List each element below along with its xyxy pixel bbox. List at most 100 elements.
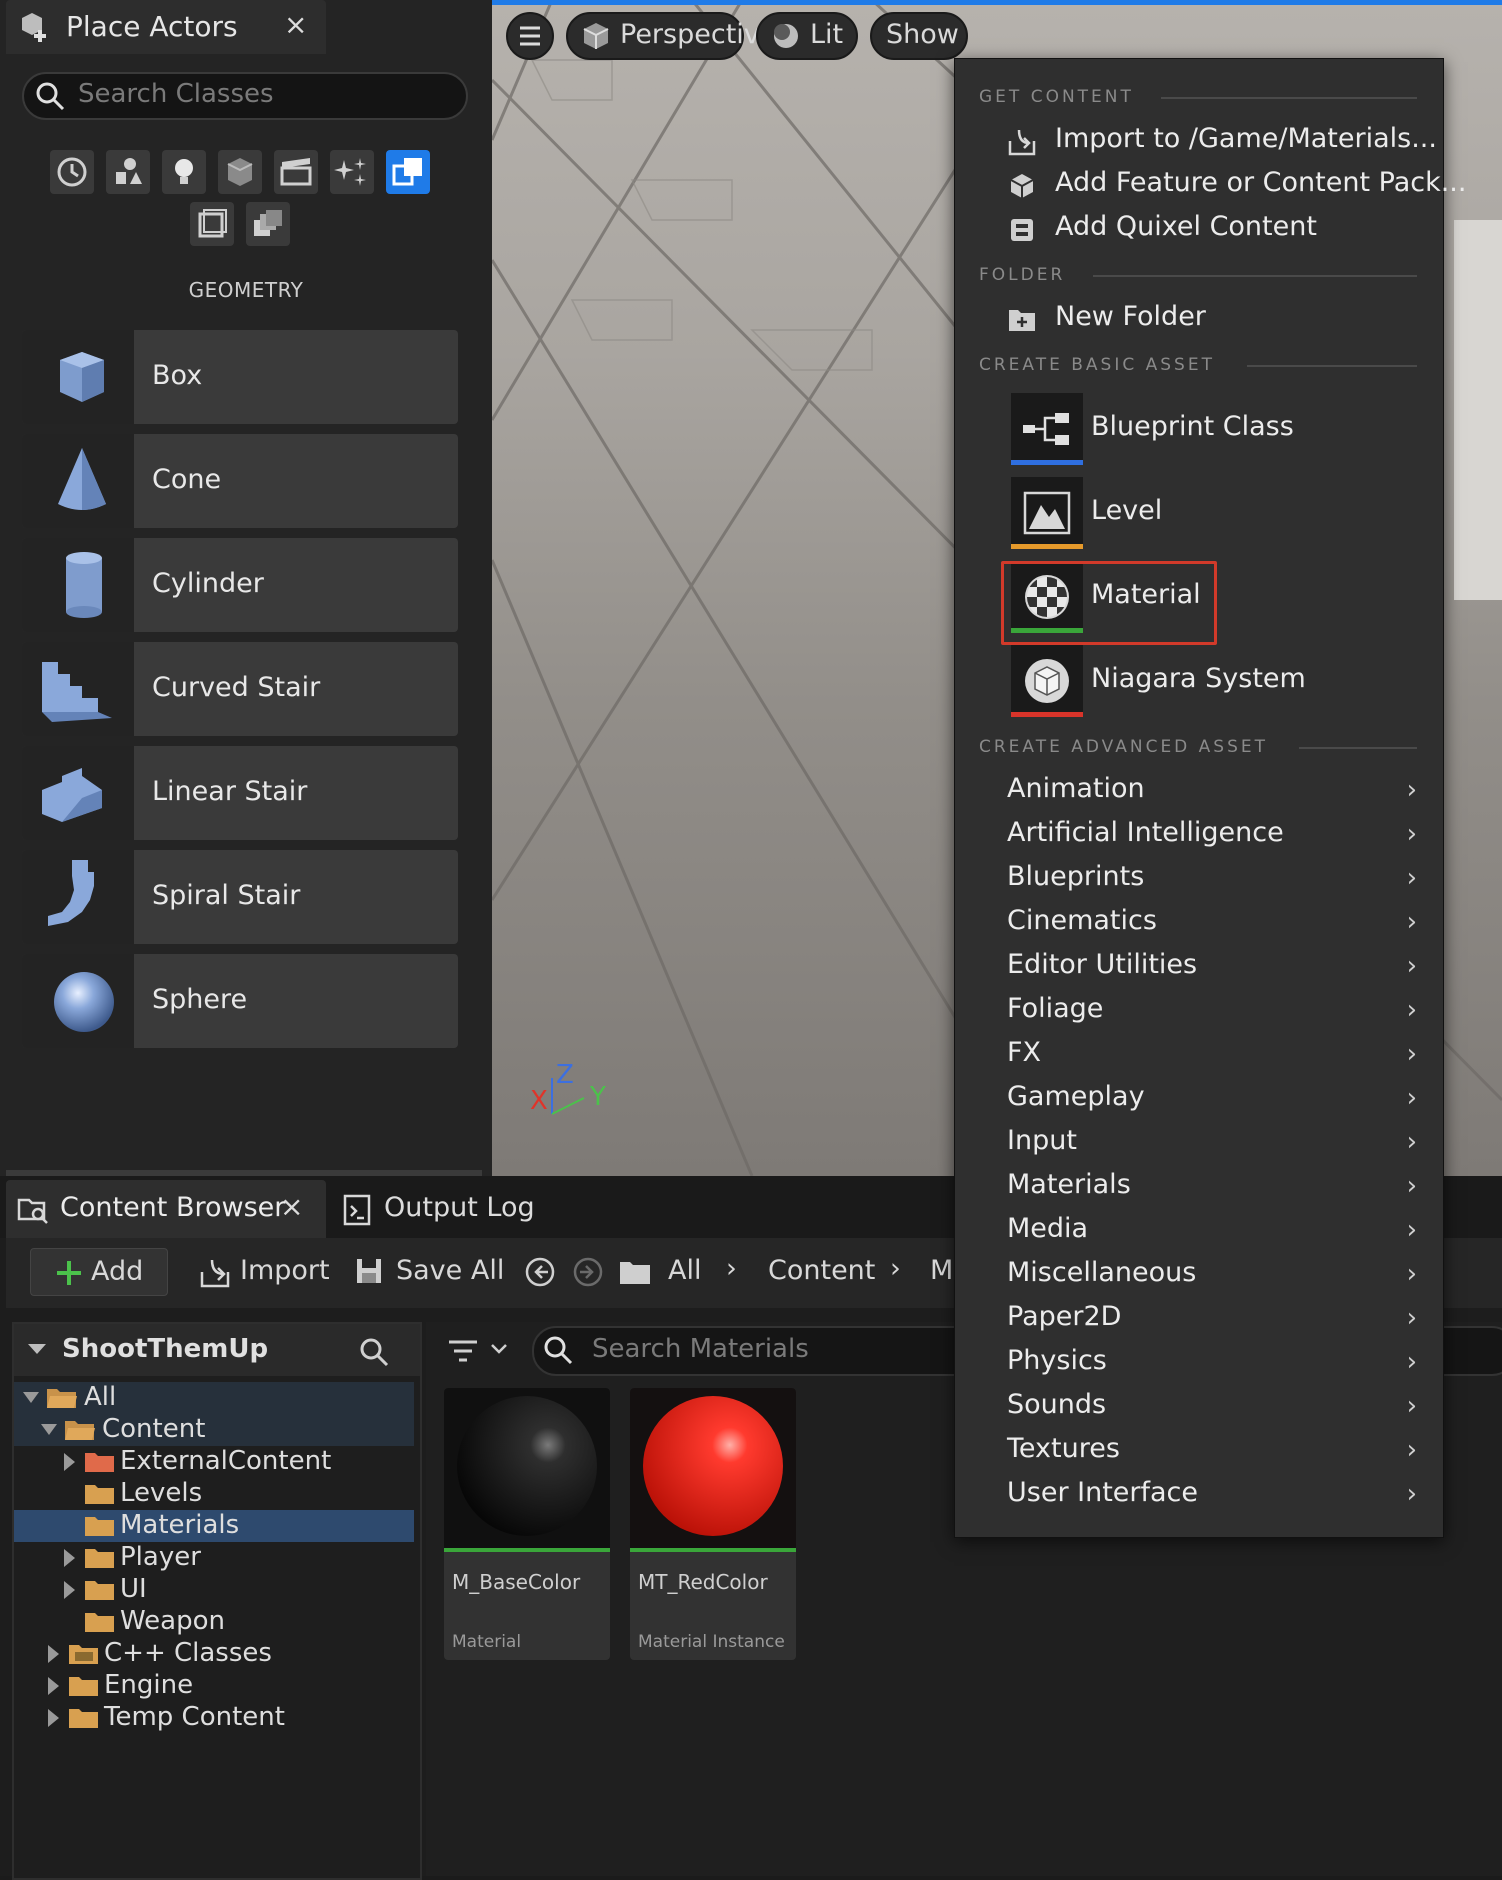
- tree-item-external-content[interactable]: ExternalContent: [14, 1446, 414, 1478]
- sphere-icon: [22, 954, 134, 1048]
- lit-button[interactable]: Lit: [756, 12, 858, 60]
- back-arrow-icon[interactable]: [524, 1256, 556, 1288]
- menu-item-cinematics[interactable]: Cinematics ›: [955, 903, 1443, 943]
- menu-item-label: Media: [1007, 1213, 1089, 1244]
- menu-item-physics[interactable]: Physics ›: [955, 1343, 1443, 1383]
- output-log-icon: [342, 1192, 372, 1226]
- tree-item-player[interactable]: Player: [14, 1542, 414, 1574]
- shapes-category-button[interactable]: [218, 150, 262, 194]
- all-classes-category-button[interactable]: [246, 202, 290, 246]
- menu-item-input[interactable]: Input ›: [955, 1123, 1443, 1163]
- visual-effects-category-button[interactable]: [330, 150, 374, 194]
- basic-category-button[interactable]: [106, 150, 150, 194]
- breadcrumb-chevron-icon[interactable]: ›: [726, 1253, 737, 1284]
- menu-item-sounds[interactable]: Sounds ›: [955, 1387, 1443, 1427]
- menu-item-materials[interactable]: Materials ›: [955, 1167, 1443, 1207]
- show-button[interactable]: Show: [870, 12, 968, 60]
- tree-item-levels[interactable]: Levels: [14, 1478, 414, 1510]
- content-browser-tab[interactable]: Content Browser ×: [6, 1180, 326, 1238]
- close-icon[interactable]: ×: [280, 1190, 303, 1223]
- collapsed-triangle-icon[interactable]: [62, 1580, 76, 1600]
- chevron-down-icon[interactable]: [490, 1342, 508, 1356]
- geometry-item-curved-stair[interactable]: Curved Stair: [22, 642, 458, 736]
- section-rule: [1299, 747, 1417, 749]
- perspective-label: Perspective: [620, 19, 777, 50]
- menu-item-label: Textures: [1007, 1433, 1120, 1464]
- filter-icon[interactable]: [446, 1336, 480, 1366]
- menu-item-add-quixel[interactable]: Add Quixel Content: [955, 209, 1443, 249]
- menu-item-blueprint-class[interactable]: Blueprint Class: [955, 391, 1443, 467]
- menu-item-add-feature-pack[interactable]: Add Feature or Content Pack...: [955, 165, 1466, 205]
- breadcrumb-chevron-icon[interactable]: ›: [890, 1253, 901, 1284]
- asset-color-bar: [1011, 544, 1083, 549]
- menu-item-blueprints[interactable]: Blueprints ›: [955, 859, 1443, 899]
- menu-item-textures[interactable]: Textures ›: [955, 1431, 1443, 1471]
- breadcrumb-content[interactable]: Content: [768, 1255, 875, 1286]
- menu-item-niagara-system[interactable]: Niagara System: [955, 643, 1443, 719]
- geometry-item-box[interactable]: Box: [22, 330, 458, 424]
- recent-category-button[interactable]: [50, 150, 94, 194]
- geometry-item-spiral-stair[interactable]: Spiral Stair: [22, 850, 458, 944]
- lit-sphere-icon: [770, 20, 802, 52]
- menu-item-foliage[interactable]: Foliage ›: [955, 991, 1443, 1031]
- asset-tile-mt-redcolor[interactable]: MT_RedColor Material Instance: [630, 1388, 796, 1660]
- viewport-menu-button[interactable]: [506, 12, 554, 60]
- menu-item-new-folder[interactable]: New Folder: [955, 299, 1443, 339]
- geometry-item-cylinder[interactable]: Cylinder: [22, 538, 458, 632]
- perspective-button[interactable]: Perspective: [566, 12, 776, 60]
- asset-color-bar: [1011, 712, 1083, 717]
- forward-arrow-icon[interactable]: [572, 1256, 604, 1288]
- cinematic-category-button[interactable]: [274, 150, 318, 194]
- content-browser-title: Content Browser: [60, 1192, 286, 1223]
- geometry-item-sphere[interactable]: Sphere: [22, 954, 458, 1048]
- menu-item-paper2d[interactable]: Paper2D ›: [955, 1299, 1443, 1339]
- menu-item-media[interactable]: Media ›: [955, 1211, 1443, 1251]
- collapsed-triangle-icon[interactable]: [46, 1676, 60, 1696]
- menu-item-import[interactable]: Import to /Game/Materials...: [955, 121, 1443, 161]
- tree-item-weapon[interactable]: Weapon: [14, 1606, 414, 1638]
- tree-item-cpp-classes[interactable]: C++ Classes: [14, 1638, 414, 1670]
- collapsed-triangle-icon[interactable]: [62, 1548, 76, 1568]
- menu-item-level[interactable]: Level: [955, 475, 1443, 551]
- menu-item-artificial-intelligence[interactable]: Artificial Intelligence ›: [955, 815, 1443, 855]
- geometry-category-button[interactable]: [386, 150, 430, 194]
- collapsed-triangle-icon[interactable]: [62, 1452, 76, 1472]
- place-actors-tab[interactable]: Place Actors ×: [6, 0, 326, 54]
- search-classes-input[interactable]: Search Classes: [22, 72, 468, 120]
- breadcrumb-all[interactable]: All: [668, 1255, 701, 1286]
- search-icon[interactable]: [358, 1336, 390, 1368]
- lights-category-button[interactable]: [162, 150, 206, 194]
- expand-triangle-icon[interactable]: [40, 1422, 58, 1438]
- tree-item-ui[interactable]: UI: [14, 1574, 414, 1606]
- geometry-item-cone[interactable]: Cone: [22, 434, 458, 528]
- geometry-item-label: Box: [152, 360, 203, 391]
- tree-header[interactable]: ShootThemUp: [14, 1324, 420, 1376]
- tree-item-content[interactable]: Content: [14, 1414, 414, 1446]
- geometry-item-linear-stair[interactable]: Linear Stair: [22, 746, 458, 840]
- add-button[interactable]: Add: [30, 1248, 168, 1296]
- volumes-category-button[interactable]: [190, 202, 234, 246]
- menu-item-user-interface[interactable]: User Interface ›: [955, 1475, 1443, 1515]
- output-log-tab[interactable]: Output Log: [340, 1180, 540, 1238]
- tree-item-temp-content[interactable]: Temp Content: [14, 1702, 414, 1734]
- collapsed-triangle-icon[interactable]: [46, 1644, 60, 1664]
- breadcrumb-materials[interactable]: M: [930, 1255, 953, 1286]
- menu-item-label: New Folder: [1055, 301, 1206, 332]
- asset-tile-m-basecolor[interactable]: M_BaseColor Material: [444, 1388, 610, 1660]
- menu-item-editor-utilities[interactable]: Editor Utilities ›: [955, 947, 1443, 987]
- save-all-button[interactable]: Save All: [354, 1248, 504, 1294]
- expand-triangle-icon[interactable]: [22, 1390, 40, 1406]
- tree-item-materials[interactable]: Materials: [14, 1510, 414, 1542]
- menu-item-fx[interactable]: FX ›: [955, 1035, 1443, 1075]
- collapse-triangle-icon[interactable]: [26, 1340, 48, 1358]
- place-actors-icon: [18, 10, 52, 44]
- menu-item-gameplay[interactable]: Gameplay ›: [955, 1079, 1443, 1119]
- import-button[interactable]: Import: [198, 1248, 330, 1294]
- menu-item-miscellaneous[interactable]: Miscellaneous ›: [955, 1255, 1443, 1295]
- close-icon[interactable]: ×: [284, 8, 307, 41]
- geometry-icon: [392, 158, 422, 186]
- tree-item-engine[interactable]: Engine: [14, 1670, 414, 1702]
- tree-item-all[interactable]: All: [14, 1382, 414, 1414]
- menu-item-animation[interactable]: Animation ›: [955, 771, 1443, 811]
- collapsed-triangle-icon[interactable]: [46, 1708, 60, 1728]
